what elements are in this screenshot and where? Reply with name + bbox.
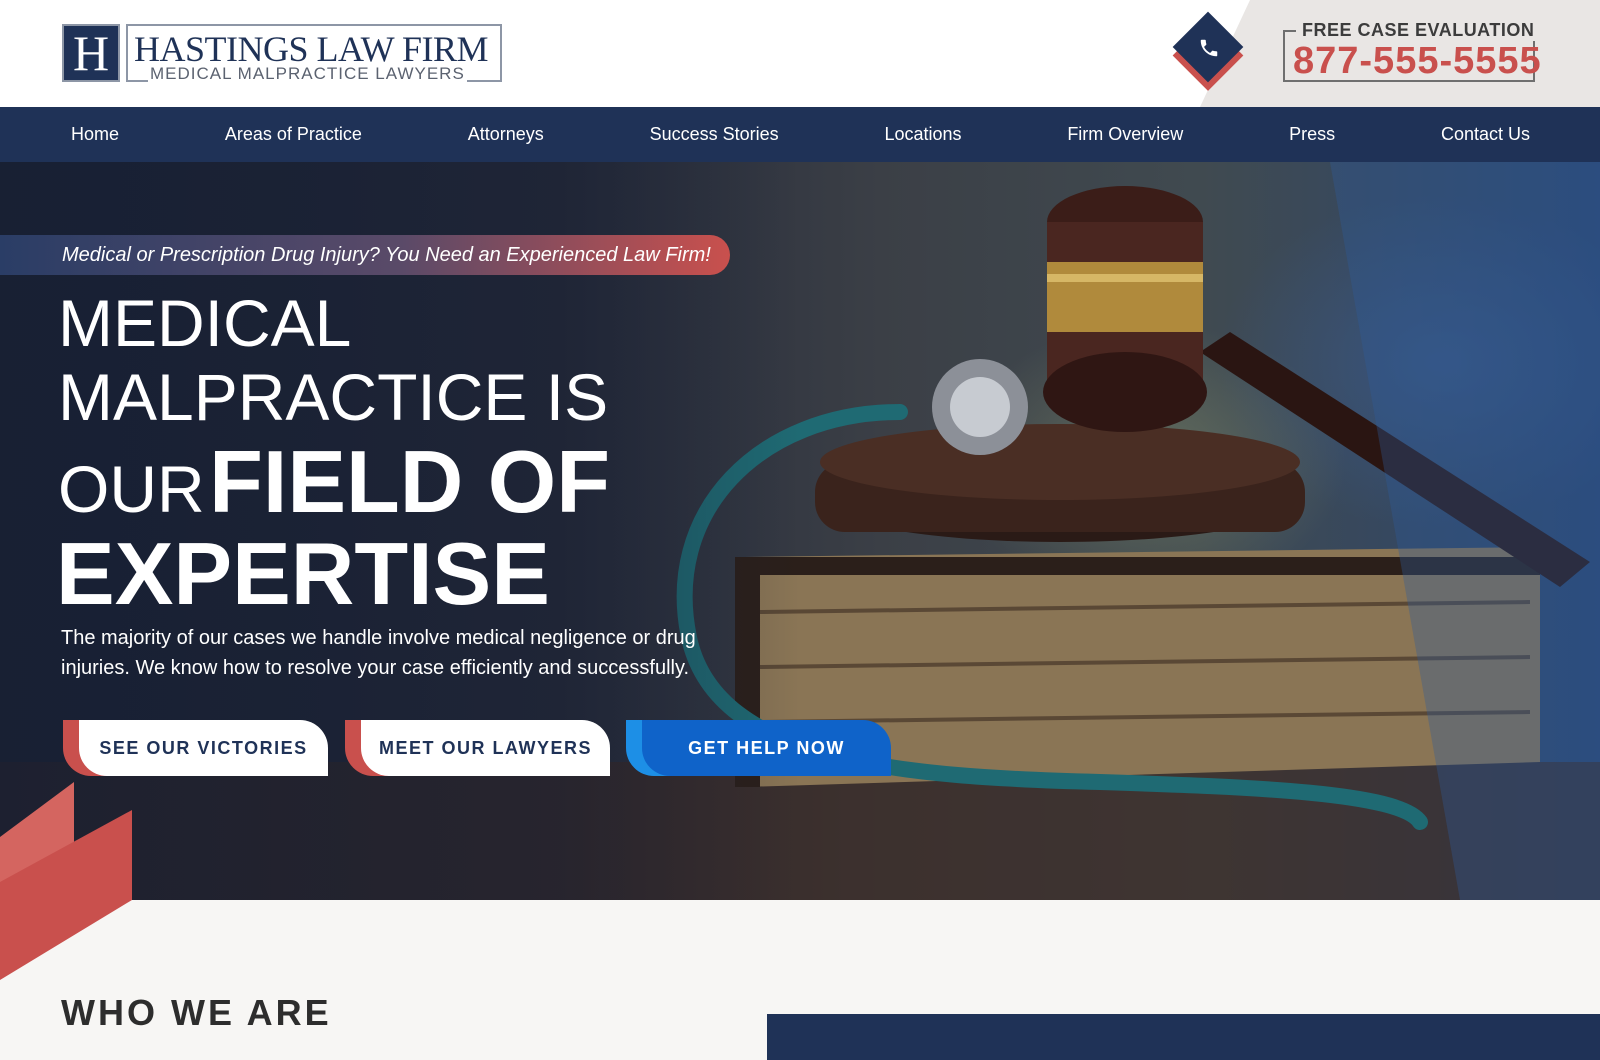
- firm-logo[interactable]: H HASTINGS LAW FIRM MEDICAL MALPRACTICE …: [62, 24, 502, 84]
- logo-wordmark: HASTINGS LAW FIRM MEDICAL MALPRACTICE LA…: [126, 24, 502, 84]
- main-nav: Home Areas of Practice Attorneys Success…: [0, 107, 1600, 162]
- hero-corner-accent: [0, 782, 132, 900]
- nav-success-stories[interactable]: Success Stories: [650, 124, 779, 145]
- nav-firm-overview[interactable]: Firm Overview: [1067, 124, 1183, 145]
- hero-tagline: Medical or Prescription Drug Injury? You…: [0, 235, 730, 275]
- firm-tagline: MEDICAL MALPRACTICE LAWYERS: [148, 64, 467, 84]
- get-help-now-button[interactable]: GET HELP NOW: [642, 720, 891, 776]
- meet-our-lawyers-button[interactable]: MEET OUR LAWYERS: [361, 720, 610, 776]
- headline-field-of: FIELD OF: [209, 432, 610, 531]
- site-header: H HASTINGS LAW FIRM MEDICAL MALPRACTICE …: [0, 0, 1600, 107]
- headline-our: OUR: [58, 452, 205, 526]
- section-corner-accent: [0, 900, 132, 980]
- victories-button-group: SEE OUR VICTORIES: [63, 720, 328, 776]
- lawyers-button-group: MEET OUR LAWYERS: [345, 720, 610, 776]
- nav-areas-of-practice[interactable]: Areas of Practice: [225, 124, 362, 145]
- free-case-evaluation-label: FREE CASE EVALUATION: [1296, 20, 1541, 41]
- nav-press[interactable]: Press: [1289, 124, 1335, 145]
- headline-line-3: OUR FIELD OF: [58, 438, 610, 526]
- phone-icon: [1197, 36, 1221, 60]
- nav-locations[interactable]: Locations: [884, 124, 961, 145]
- nav-attorneys[interactable]: Attorneys: [468, 124, 544, 145]
- hero-section: Medical or Prescription Drug Injury? You…: [0, 162, 1600, 900]
- see-our-victories-button[interactable]: SEE OUR VICTORIES: [79, 720, 328, 776]
- headline-line-2: MALPRACTICE IS: [58, 360, 609, 434]
- phone-number-link[interactable]: 877-555-5555: [1293, 40, 1542, 83]
- help-button-group: GET HELP NOW: [626, 720, 891, 776]
- who-we-are-panel: [767, 1014, 1600, 1060]
- nav-contact-us[interactable]: Contact Us: [1441, 124, 1530, 145]
- nav-home[interactable]: Home: [71, 124, 119, 145]
- headline-expertise: EXPERTISE: [56, 524, 550, 623]
- hero-description: The majority of our cases we handle invo…: [61, 627, 696, 679]
- headline-line-1: MEDICAL: [58, 286, 352, 360]
- logo-mark: H: [62, 24, 120, 82]
- who-we-are-heading: WHO WE ARE: [61, 992, 332, 1033]
